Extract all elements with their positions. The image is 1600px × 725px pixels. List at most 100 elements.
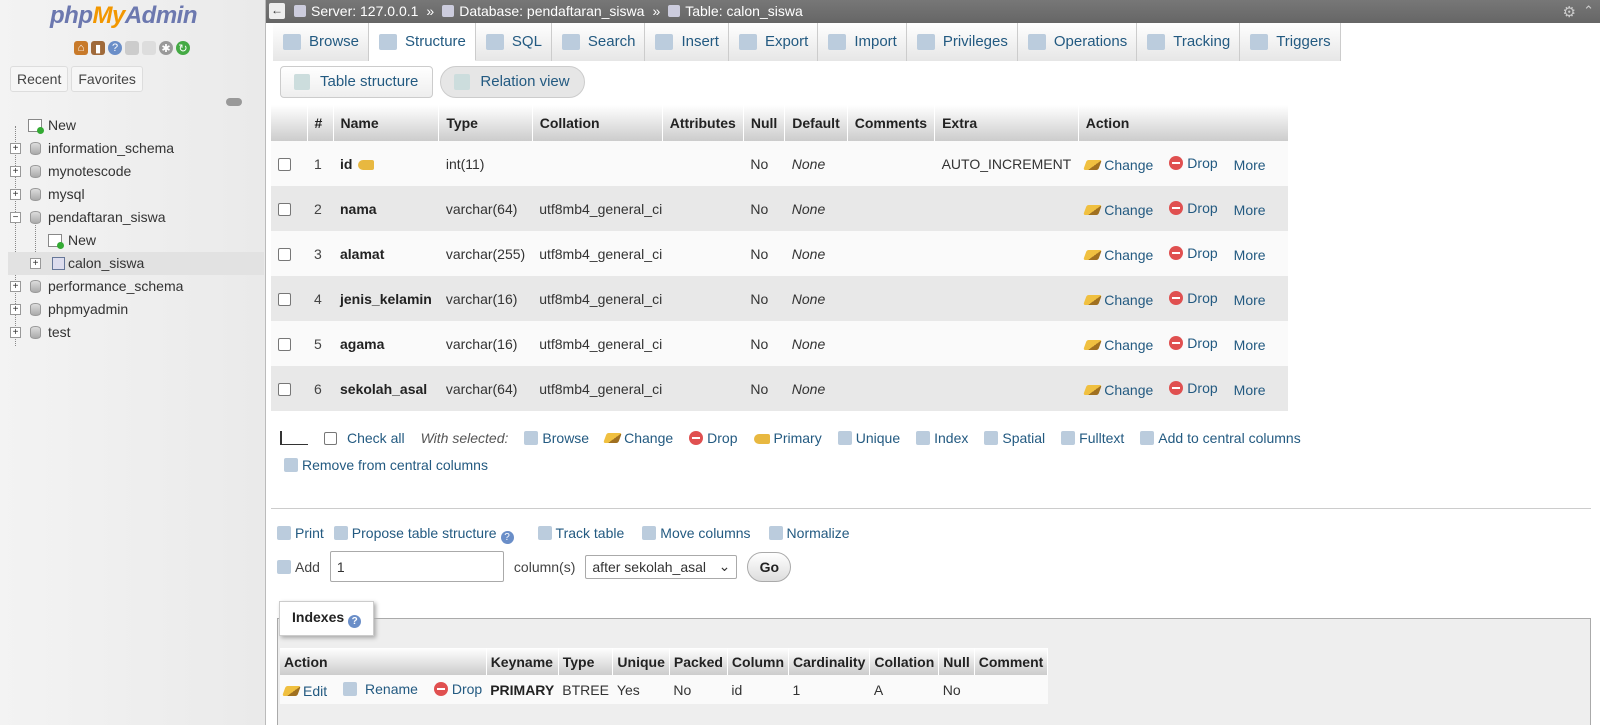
expand-icon[interactable]: + (10, 304, 21, 315)
change-button[interactable]: Change (1083, 292, 1153, 308)
change-button[interactable]: Change (1083, 247, 1153, 263)
remove-central-button[interactable]: Remove from central columns (284, 457, 488, 473)
drop-button[interactable]: Drop (1169, 380, 1218, 396)
relation-view-button[interactable]: Relation view (440, 66, 585, 98)
table-structure-button[interactable]: Table structure (280, 66, 434, 98)
bulk-add-central-button[interactable]: Add to central columns (1140, 430, 1301, 446)
change-button[interactable]: Change (1083, 337, 1153, 353)
bulk-primary-button[interactable]: Primary (753, 430, 822, 446)
move-columns-button[interactable]: Move columns (642, 525, 751, 544)
home-icon[interactable]: ⌂ (74, 41, 88, 55)
breadcrumb-table[interactable]: Table: calon_siswa (668, 3, 803, 19)
more-button[interactable]: More (1234, 202, 1266, 218)
drop-button[interactable]: Drop (1169, 155, 1218, 171)
bulk-change-button[interactable]: Change (603, 430, 673, 446)
favorites-button[interactable]: Favorites (71, 66, 143, 92)
column-name: sekolah_asal (333, 366, 439, 411)
more-button[interactable]: More (1234, 292, 1266, 308)
help-icon[interactable]: ? (500, 531, 514, 544)
column-type: varchar(64) (438, 186, 533, 231)
tree-item-information-schema[interactable]: + information_schema (8, 137, 264, 160)
settings-icon[interactable]: ✱ (159, 41, 173, 55)
tab-search[interactable]: Search (551, 23, 646, 61)
breadcrumb-server[interactable]: Server: 127.0.0.1 (294, 3, 418, 19)
drop-button[interactable]: Drop (1169, 245, 1218, 261)
column-type: varchar(255) (438, 231, 533, 276)
change-button[interactable]: Change (1083, 202, 1153, 218)
bulk-browse-button[interactable]: Browse (524, 430, 589, 446)
check-all-checkbox[interactable] (324, 431, 337, 445)
row-checkbox[interactable] (278, 203, 291, 217)
link-icon[interactable] (226, 98, 242, 106)
propose-structure-button[interactable]: Propose table structure? (333, 525, 514, 544)
collapse-sidebar-button[interactable]: ← (269, 3, 285, 19)
tab-browse[interactable]: Browse (273, 23, 370, 61)
index-rename-button[interactable]: Rename (343, 681, 418, 697)
tree-item-test[interactable]: + test (8, 321, 264, 344)
tab-privileges[interactable]: Privileges (906, 23, 1018, 61)
bulk-fulltext-button[interactable]: Fulltext (1061, 430, 1124, 446)
tree-item-calon-siswa[interactable]: + calon_siswa (8, 252, 264, 275)
more-button[interactable]: More (1234, 382, 1266, 398)
collapse-icon[interactable]: − (10, 212, 21, 223)
expand-icon[interactable]: + (10, 166, 21, 177)
row-checkbox[interactable] (278, 383, 291, 397)
tree-item-new-table[interactable]: New (8, 229, 264, 252)
copy-icon[interactable] (142, 41, 156, 55)
change-button[interactable]: Change (1083, 382, 1153, 398)
expand-icon[interactable]: + (30, 258, 41, 269)
tree-item-mynotescode[interactable]: + mynotescode (8, 160, 264, 183)
tab-import[interactable]: Import (818, 23, 907, 61)
more-button[interactable]: More (1234, 157, 1266, 173)
drop-button[interactable]: Drop (1169, 200, 1218, 216)
caret-up-icon[interactable]: ⌃ (1583, 3, 1594, 19)
column-position-select[interactable]: after sekolah_asal ⌄ (585, 554, 738, 579)
track-table-button[interactable]: Track table (537, 525, 624, 544)
add-count-input[interactable] (329, 551, 504, 582)
row-checkbox[interactable] (278, 248, 291, 262)
index-edit-button[interactable]: Edit (282, 683, 327, 699)
help-icon[interactable]: ? (108, 41, 122, 55)
change-button[interactable]: Change (1083, 157, 1153, 173)
row-checkbox[interactable] (278, 338, 291, 352)
breadcrumb-database[interactable]: Database: pendaftaran_siswa (442, 3, 644, 19)
gear-icon[interactable]: ⚙ (1563, 3, 1576, 21)
tab-sql[interactable]: SQL (475, 23, 552, 61)
tree-item-performance-schema[interactable]: + performance_schema (8, 275, 264, 298)
help-icon[interactable]: ? (348, 615, 362, 628)
tree-item-mysql[interactable]: + mysql (8, 183, 264, 206)
check-all[interactable]: Check all (324, 430, 405, 446)
bulk-index-button[interactable]: Index (916, 430, 968, 446)
tree-item-new[interactable]: New (8, 114, 264, 137)
tab-insert[interactable]: Insert (645, 23, 729, 61)
more-button[interactable]: More (1234, 247, 1266, 263)
index-drop-button[interactable]: Drop (433, 681, 482, 697)
go-button[interactable]: Go (747, 551, 792, 582)
docs-icon[interactable] (125, 41, 139, 55)
more-button[interactable]: More (1234, 337, 1266, 353)
tab-export[interactable]: Export (728, 23, 819, 61)
reload-icon[interactable]: ↻ (176, 41, 190, 55)
expand-icon[interactable]: + (10, 189, 21, 200)
tree-item-pendaftaran-siswa[interactable]: − pendaftaran_siswa (8, 206, 264, 229)
row-checkbox[interactable] (278, 293, 291, 307)
tab-tracking[interactable]: Tracking (1137, 23, 1241, 61)
bulk-spatial-button[interactable]: Spatial (984, 430, 1045, 446)
tab-structure[interactable]: Structure (369, 23, 476, 61)
bulk-unique-button[interactable]: Unique (837, 430, 900, 446)
normalize-button[interactable]: Normalize (768, 525, 850, 544)
drop-button[interactable]: Drop (1169, 335, 1218, 351)
logout-icon[interactable]: ▮ (91, 41, 105, 55)
bulk-drop-button[interactable]: Drop (689, 430, 738, 446)
row-checkbox[interactable] (278, 158, 291, 172)
expand-icon[interactable]: + (10, 327, 21, 338)
tree-item-phpmyadmin[interactable]: + phpmyadmin (8, 298, 264, 321)
print-button[interactable]: Print (277, 525, 324, 544)
tab-operations[interactable]: Operations (1017, 23, 1138, 61)
expand-icon[interactable]: + (10, 281, 21, 292)
drop-button[interactable]: Drop (1169, 290, 1218, 306)
phpmyadmin-logo[interactable]: phpMyAdmin (50, 2, 198, 30)
expand-icon[interactable]: + (10, 143, 21, 154)
tab-triggers[interactable]: Triggers (1240, 23, 1341, 61)
recent-button[interactable]: Recent (10, 66, 69, 92)
